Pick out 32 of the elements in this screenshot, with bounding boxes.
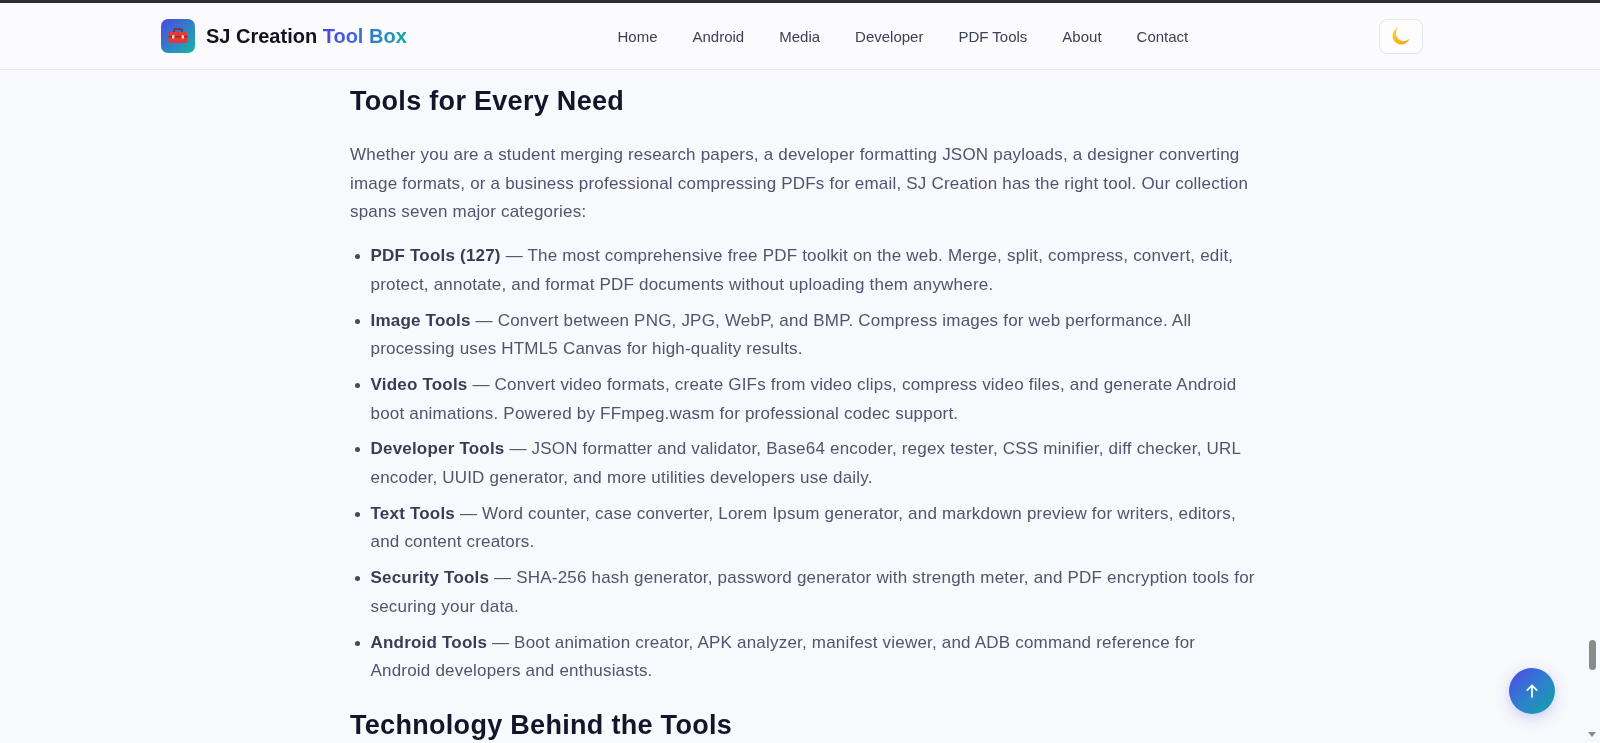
section-heading: Technology Behind the Tools <box>350 709 734 740</box>
list-item-text: Video Tools — Convert video formats, create GIFs from video clips, compress video files, and generate Android boot animations. Powered by FFmpeg.wasm for professional codec support. <box>370 373 1238 425</box>
bullet-icon <box>355 640 360 646</box>
nav-link[interactable]: Contact <box>1136 27 1189 45</box>
nav-link[interactable]: About <box>1062 27 1102 45</box>
bullet-icon <box>355 447 360 453</box>
list-item-text: Developer Tools — JSON formatter and validator, Base64 encoder, regex tester, CSS minifier, diff checker, URL encoder, UUID generator, and more utilities developers use daily. <box>370 438 1242 490</box>
bullet-icon <box>355 254 360 260</box>
list-item-text: Image Tools — Convert between PNG, JPG, WebP, and BMP. Compress images for web performance. All processing uses HTML5 Canvas for high-quality results. <box>370 309 1193 361</box>
bullet-icon <box>355 318 360 324</box>
brand-name[interactable]: SJ Creation Tool Box <box>206 24 407 48</box>
paragraph: Whether you are a student merging research papers, a developer formatting JSON payloads, a designer converting image formats, or a business professional compressing PDFs for email, SJ Creation has the right tool. Our collection spans seven major categories: <box>350 144 1250 224</box>
moon-icon <box>1391 26 1411 46</box>
bullet-icon <box>355 382 360 388</box>
list-item-text: PDF Tools (127) — The most comprehensive free PDF toolkit on the web. Merge, split, compress, convert, edit, protect, annotate, and format PDF documents without uploading them anywhere. <box>370 245 1235 296</box>
list-item-text: Security Tools — SHA-256 hash generator, password generator with strength meter, and PDF encryption tools for securing your data. <box>370 567 1255 618</box>
section-heading: Tools for Every Need <box>350 85 626 118</box>
arrow-up-icon <box>1526 684 1538 698</box>
toolbox-icon[interactable] <box>161 19 195 53</box>
nav-link[interactable]: Developer <box>855 27 924 45</box>
theme-toggle-button[interactable] <box>1379 18 1423 54</box>
nav-link[interactable]: Android <box>692 27 745 45</box>
list-item-text: Android Tools — Boot animation creator, APK analyzer, manifest viewer, and ADB command reference for Android developers and enthusiasts. <box>370 631 1197 683</box>
scroll-to-top-button[interactable] <box>1509 668 1555 714</box>
scroll-down-arrow-icon[interactable] <box>1588 732 1596 737</box>
nav-link[interactable]: Home <box>617 27 658 45</box>
bullet-icon <box>355 511 360 517</box>
nav-link[interactable]: Media <box>779 27 821 45</box>
list-item-text: Text Tools — Word counter, case converter, Lorem Ipsum generator, and markdown preview for writers, editors, and content creators. <box>370 502 1237 554</box>
nav-link[interactable]: PDF Tools <box>958 27 1028 45</box>
scrollbar-thumb[interactable] <box>1589 640 1596 670</box>
bullet-icon <box>355 576 360 582</box>
